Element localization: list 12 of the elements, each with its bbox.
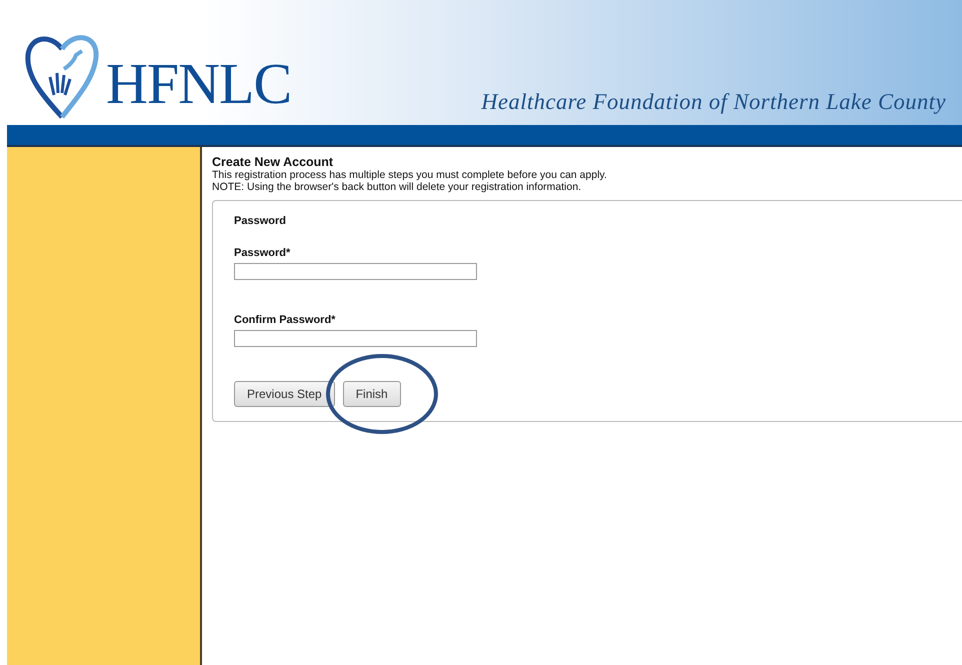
previous-step-button[interactable]: Previous Step: [234, 381, 335, 407]
field-label: Confirm Password*: [234, 314, 336, 326]
section-title: Password: [234, 215, 287, 227]
note-text: NOTE: Using the browser's back button will delete your registration information.: [212, 181, 582, 193]
field-label: Password*: [234, 247, 292, 259]
finish-button[interactable]: Finish: [342, 381, 401, 407]
password-field[interactable]: [234, 330, 477, 347]
intro-text: This registration process has multiple steps you must complete before you can apply.: [212, 169, 608, 181]
password-field[interactable]: [234, 263, 477, 280]
tagline: Healthcare Foundation of Northern Lake County: [481, 89, 946, 115]
logo-text: HFNLC: [106, 55, 292, 113]
page-title: Create New Account: [212, 155, 334, 169]
